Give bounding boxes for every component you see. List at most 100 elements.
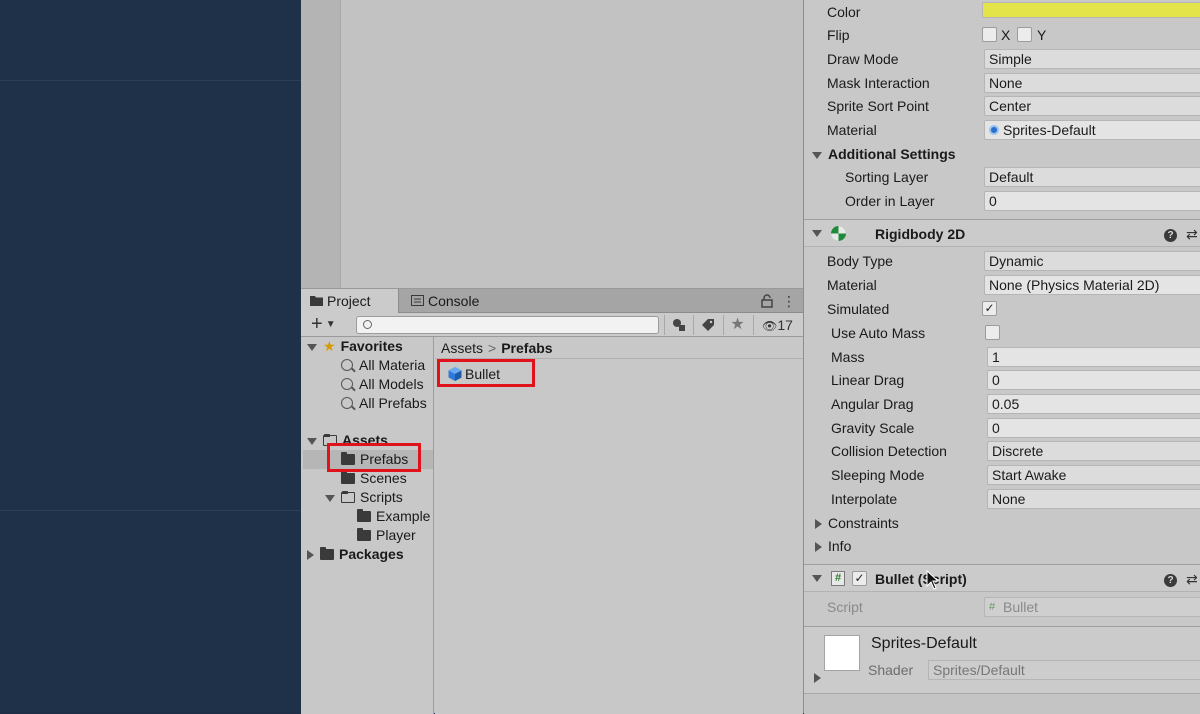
expand-arrow-icon bbox=[815, 542, 822, 553]
expand-arrow-icon[interactable] bbox=[307, 550, 314, 561]
project-window: Project Console ⋮ + ▼ ★ 👁17 ★ Favorites Al… bbox=[301, 288, 803, 714]
expand-arrow-icon[interactable] bbox=[307, 343, 317, 351]
scene-view[interactable] bbox=[0, 0, 301, 713]
breadcrumb-assets[interactable]: Assets bbox=[441, 340, 483, 356]
material-preview-panel: Sprites-Default Shader Sprites/Default ⋮ bbox=[804, 626, 1200, 714]
expand-arrow-icon[interactable] bbox=[812, 230, 822, 237]
shapes-icon bbox=[672, 319, 685, 331]
sleeping-mode-dropdown[interactable]: Start Awake bbox=[987, 465, 1200, 485]
sprite-sort-point-dropdown[interactable]: Center bbox=[984, 96, 1200, 116]
script-row: Script # Bullet bbox=[804, 595, 1200, 619]
use-auto-mass-row: Use Auto Mass bbox=[804, 321, 1200, 345]
angular-drag-row: Angular Drag 0.05 bbox=[804, 392, 1200, 416]
material-field[interactable]: Sprites-Default bbox=[984, 120, 1200, 140]
asset-browser: Assets > Prefabs Bullet bbox=[435, 337, 803, 714]
tree-item-all-materials[interactable]: All Materia bbox=[341, 356, 425, 375]
breadcrumb: Assets > Prefabs bbox=[435, 337, 803, 359]
folder-icon bbox=[357, 509, 371, 522]
tree-item-scripts[interactable]: Scripts bbox=[325, 488, 403, 507]
gravity-scale-field[interactable]: 0 bbox=[987, 418, 1200, 438]
tab-label: Console bbox=[428, 293, 480, 309]
presets-icon[interactable]: ⇄ bbox=[1186, 226, 1198, 242]
simulated-checkbox[interactable]: ✓ bbox=[982, 301, 997, 316]
draw-mode-row: Draw Mode Simple bbox=[804, 47, 1200, 71]
rigidbody2d-header[interactable]: Rigidbody 2D ? ⇄ bbox=[804, 219, 1200, 247]
folder-icon bbox=[357, 528, 371, 541]
flip-x-checkbox[interactable] bbox=[982, 27, 997, 42]
script-enabled-checkbox[interactable]: ✓ bbox=[852, 571, 867, 586]
star-icon: ★ bbox=[730, 316, 745, 333]
simulated-row: Simulated ✓ bbox=[804, 297, 1200, 321]
shader-dropdown[interactable]: Sprites/Default bbox=[928, 660, 1200, 680]
script-hash-icon: # bbox=[989, 601, 996, 613]
expand-arrow-icon[interactable] bbox=[307, 437, 317, 445]
search-icon bbox=[341, 359, 353, 371]
tree-item-example[interactable]: Example bbox=[357, 507, 430, 526]
constraints-foldout[interactable]: Constraints bbox=[804, 511, 1200, 535]
expand-arrow-icon bbox=[812, 151, 822, 159]
expand-arrow-icon[interactable] bbox=[812, 575, 822, 582]
add-button[interactable]: + ▼ bbox=[311, 314, 336, 335]
collision-detection-dropdown[interactable]: Discrete bbox=[987, 441, 1200, 461]
body-type-dropdown[interactable]: Dynamic bbox=[984, 251, 1200, 271]
expand-arrow-icon[interactable] bbox=[814, 673, 821, 683]
interpolate-row: Interpolate None bbox=[804, 487, 1200, 511]
physics-material-field[interactable]: None (Physics Material 2D) bbox=[984, 275, 1200, 295]
inspector-panel: Color Flip X Y Draw Mode Simple Mask Int… bbox=[803, 0, 1200, 714]
order-in-layer-field[interactable]: 0 bbox=[984, 191, 1200, 211]
linear-drag-field[interactable]: 0 bbox=[987, 370, 1200, 390]
mass-row: Mass 1 bbox=[804, 345, 1200, 369]
mask-interaction-dropdown[interactable]: None bbox=[984, 73, 1200, 93]
bullet-script-header[interactable]: # ✓ Bullet (Script) ? ⇄ bbox=[804, 564, 1200, 592]
tree-item-player[interactable]: Player bbox=[357, 526, 416, 545]
search-input[interactable] bbox=[356, 316, 659, 334]
lock-icon[interactable] bbox=[761, 294, 773, 308]
filter-by-type-button[interactable] bbox=[664, 315, 692, 335]
breadcrumb-prefabs[interactable]: Prefabs bbox=[501, 340, 552, 356]
game-view-area[interactable] bbox=[301, 0, 803, 288]
shader-label: Shader bbox=[868, 662, 914, 678]
sprite-sort-point-row: Sprite Sort Point Center bbox=[804, 94, 1200, 118]
script-hash-icon: # bbox=[831, 571, 845, 586]
hidden-count: 17 bbox=[777, 317, 793, 333]
help-icon[interactable]: ? bbox=[1164, 226, 1177, 242]
tree-packages[interactable]: Packages bbox=[307, 545, 404, 564]
material-row: Material Sprites-Default bbox=[804, 118, 1200, 142]
search-icon bbox=[363, 320, 372, 329]
grid-line bbox=[0, 80, 301, 81]
help-icon[interactable]: ? bbox=[1164, 571, 1177, 587]
favorite-button[interactable]: ★ bbox=[723, 315, 751, 335]
project-toolbar: + ▼ ★ 👁17 bbox=[301, 313, 803, 337]
tab-project[interactable]: Project bbox=[301, 289, 399, 313]
tree-item-all-models[interactable]: All Models bbox=[341, 375, 424, 394]
flip-y-checkbox[interactable] bbox=[1017, 27, 1032, 42]
interpolate-dropdown[interactable]: None bbox=[987, 489, 1200, 509]
info-foldout[interactable]: Info bbox=[804, 534, 1200, 558]
tab-console[interactable]: Console bbox=[402, 289, 502, 313]
folder-open-icon bbox=[341, 491, 355, 503]
hierarchy-strip bbox=[301, 0, 341, 288]
sorting-layer-dropdown[interactable]: Default bbox=[984, 167, 1200, 187]
material-thumbnail bbox=[824, 635, 860, 671]
tree-favorites[interactable]: ★ Favorites bbox=[307, 337, 403, 356]
kebab-menu-icon[interactable]: ⋮ bbox=[782, 291, 796, 311]
rigidbody-icon bbox=[831, 226, 846, 241]
folder-icon bbox=[341, 471, 355, 484]
additional-settings-foldout[interactable]: Additional Settings bbox=[804, 142, 1200, 166]
filter-by-label-button[interactable] bbox=[693, 315, 721, 335]
material-more-icon[interactable]: ⋮ bbox=[1193, 633, 1200, 653]
mask-interaction-row: Mask Interaction None bbox=[804, 71, 1200, 95]
use-auto-mass-checkbox[interactable] bbox=[985, 325, 1000, 340]
highlight-box bbox=[327, 443, 421, 472]
tree-item-all-prefabs[interactable]: All Prefabs bbox=[341, 394, 427, 413]
angular-drag-field[interactable]: 0.05 bbox=[987, 394, 1200, 414]
hidden-packages-button[interactable]: 👁17 bbox=[753, 315, 801, 335]
presets-icon[interactable]: ⇄ bbox=[1186, 571, 1198, 587]
expand-arrow-icon[interactable] bbox=[325, 494, 335, 502]
expand-arrow-icon bbox=[815, 519, 822, 530]
draw-mode-dropdown[interactable]: Simple bbox=[984, 49, 1200, 69]
color-row: Color bbox=[804, 0, 1200, 24]
mass-field[interactable]: 1 bbox=[987, 347, 1200, 367]
folder-icon bbox=[310, 296, 323, 306]
color-swatch[interactable] bbox=[982, 2, 1200, 18]
